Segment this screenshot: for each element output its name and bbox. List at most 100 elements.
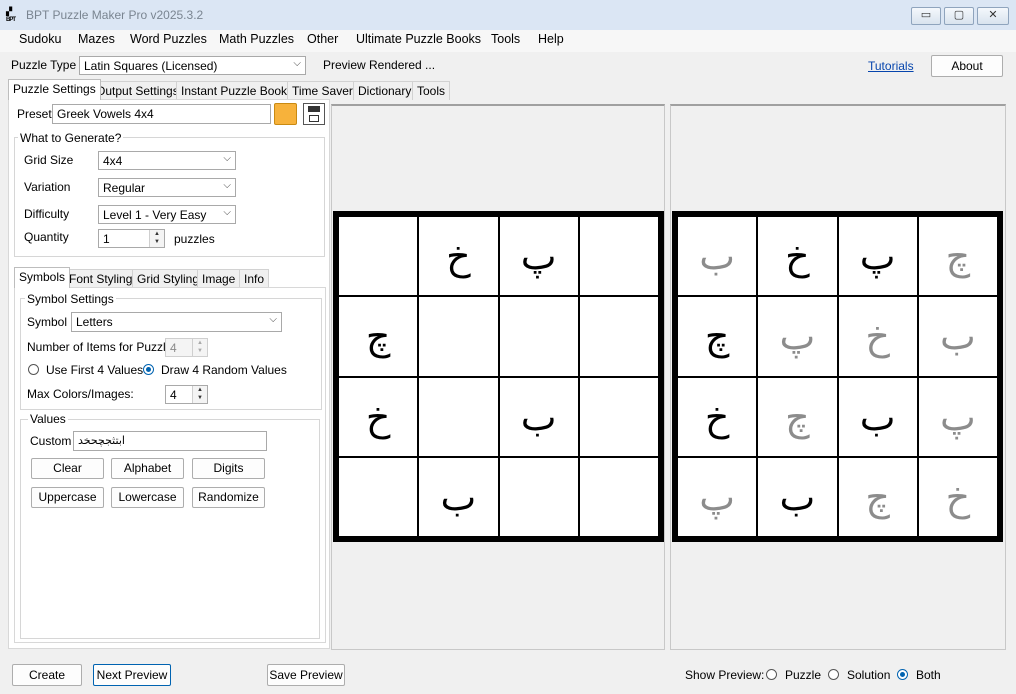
open-folder-icon[interactable] [274, 103, 297, 125]
spin-arrows-icon[interactable]: ▲ ▼ [192, 339, 207, 356]
quantity-value: 1 [103, 232, 110, 246]
grid-cell [339, 457, 418, 536]
variation-label: Variation [24, 180, 71, 194]
difficulty-value: Level 1 - Very Easy [103, 208, 207, 222]
tab-dictionary[interactable]: Dictionary [353, 81, 417, 100]
digits-button[interactable]: Digits [192, 458, 265, 479]
close-button[interactable]: ✕ [977, 7, 1009, 25]
items-label: Number of Items for Puzzle: [27, 340, 176, 354]
grid-cell: خ [838, 297, 917, 376]
grid-cell: چ [918, 217, 997, 296]
alphabet-button[interactable]: Alphabet [111, 458, 184, 479]
menu-word-puzzles[interactable]: Word Puzzles [130, 32, 207, 46]
grid-cell: پ [678, 457, 757, 536]
values-group-title: Values [28, 412, 68, 426]
grid-cell: چ [838, 457, 917, 536]
menu-tools[interactable]: Tools [491, 32, 520, 46]
menu-mazes[interactable]: Mazes [78, 32, 115, 46]
about-button[interactable]: About [931, 55, 1003, 77]
maximize-button[interactable]: ▢ [944, 7, 974, 25]
quantity-stepper[interactable]: 1 ▲ ▼ [98, 229, 165, 248]
save-preview-button[interactable]: Save Preview [267, 664, 345, 686]
chevron-down-icon: ⌵ [269, 314, 277, 325]
next-preview-button[interactable]: Next Preview [93, 664, 171, 686]
grid-cell [579, 297, 658, 376]
spin-arrows-icon[interactable]: ▲ ▼ [149, 230, 164, 247]
grid-size-select[interactable]: 4x4 ⌵ [98, 151, 236, 170]
show-solution-radio[interactable] [828, 669, 839, 680]
puzzle-type-value: Latin Squares (Licensed) [84, 59, 218, 73]
menu-math-puzzles[interactable]: Math Puzzles [219, 32, 294, 46]
grid-cell [419, 297, 498, 376]
tab-puzzle-settings[interactable]: Puzzle Settings [8, 79, 101, 100]
use-first-radio[interactable] [28, 364, 39, 375]
symbol-select[interactable]: Letters ⌵ [71, 312, 282, 332]
menu-ultimate-puzzle-books[interactable]: Ultimate Puzzle Books [356, 32, 481, 46]
tab-info[interactable]: Info [239, 269, 270, 288]
puzzle-grid: خپچخبب [333, 211, 664, 542]
spin-arrows-icon[interactable]: ▲ ▼ [192, 386, 207, 403]
tab-font-styling[interactable]: Font Styling [64, 269, 138, 288]
tab-tools[interactable]: Tools [412, 81, 451, 100]
quantity-label: Quantity [24, 230, 69, 244]
grid-cell: خ [678, 377, 757, 456]
items-value: 4 [170, 341, 177, 355]
show-puzzle-radio[interactable] [766, 669, 777, 680]
grid-cell: چ [758, 377, 837, 456]
tab-grid-styling[interactable]: Grid Styling [132, 269, 205, 288]
tab-image[interactable]: Image [197, 269, 241, 288]
grid-cell: ب [499, 377, 578, 456]
grid-cell: چ [339, 297, 418, 376]
custom-values-input[interactable]: ابتثجچحخد [73, 431, 267, 451]
grid-cell: ب [678, 217, 757, 296]
minimize-button[interactable]: ▭ [911, 7, 941, 25]
grid-cell: پ [499, 217, 578, 296]
chevron-down-icon: ⌵ [223, 207, 231, 218]
chevron-down-icon: ⌵ [293, 58, 301, 69]
uppercase-button[interactable]: Uppercase [31, 487, 104, 508]
lowercase-button[interactable]: Lowercase [111, 487, 184, 508]
solution-grid: بخپچچپخبخچبپپبچخ [672, 211, 1003, 542]
symbol-value: Letters [76, 315, 113, 329]
max-colors-value: 4 [170, 388, 177, 402]
difficulty-select[interactable]: Level 1 - Very Easy ⌵ [98, 205, 236, 224]
quantity-unit: puzzles [174, 232, 215, 246]
use-first-label: Use First 4 Values [46, 363, 144, 377]
variation-select[interactable]: Regular ⌵ [98, 178, 236, 197]
variation-value: Regular [103, 181, 146, 195]
items-stepper[interactable]: 4 ▲ ▼ [165, 338, 208, 357]
puzzle-type-select[interactable]: Latin Squares (Licensed) ⌵ [79, 56, 306, 75]
randomize-button[interactable]: Randomize [192, 487, 265, 508]
draw-random-radio[interactable] [143, 364, 154, 375]
show-both-radio[interactable] [897, 669, 908, 680]
menu-sudoku[interactable]: Sudoku [19, 32, 61, 46]
draw-random-label: Draw 4 Random Values [161, 363, 287, 377]
clear-button[interactable]: Clear [31, 458, 104, 479]
chevron-down-icon: ⌵ [223, 180, 231, 191]
grid-cell [579, 217, 658, 296]
grid-size-value: 4x4 [103, 154, 123, 168]
status-text: Preview Rendered ... [323, 58, 436, 72]
show-solution-label: Solution [847, 668, 891, 682]
max-colors-stepper[interactable]: 4 ▲ ▼ [165, 385, 208, 404]
preset-input[interactable]: Greek Vowels 4x4 [52, 104, 271, 124]
grid-cell: ب [838, 377, 917, 456]
save-disk-icon[interactable] [303, 103, 325, 125]
chevron-down-icon: ⌵ [223, 153, 231, 164]
menu-other[interactable]: Other [307, 32, 338, 46]
tab-output-settings[interactable]: Output Settings [91, 81, 184, 100]
show-puzzle-label: Puzzle [785, 668, 822, 682]
grid-size-label: Grid Size [24, 153, 74, 167]
difficulty-label: Difficulty [24, 207, 70, 221]
tab-symbols[interactable]: Symbols [14, 267, 71, 288]
tutorials-link[interactable]: Tutorials [868, 59, 914, 73]
tab-instant-puzzle-books[interactable]: Instant Puzzle Books [176, 81, 299, 100]
tab-time-saver[interactable]: Time Saver [287, 81, 358, 100]
create-button[interactable]: Create [12, 664, 82, 686]
menu-help[interactable]: Help [538, 32, 564, 46]
max-colors-label: Max Colors/Images: [27, 387, 134, 401]
grid-cell: پ [918, 377, 997, 456]
grid-cell [579, 457, 658, 536]
grid-cell [579, 377, 658, 456]
symbol-label: Symbol [27, 315, 68, 329]
